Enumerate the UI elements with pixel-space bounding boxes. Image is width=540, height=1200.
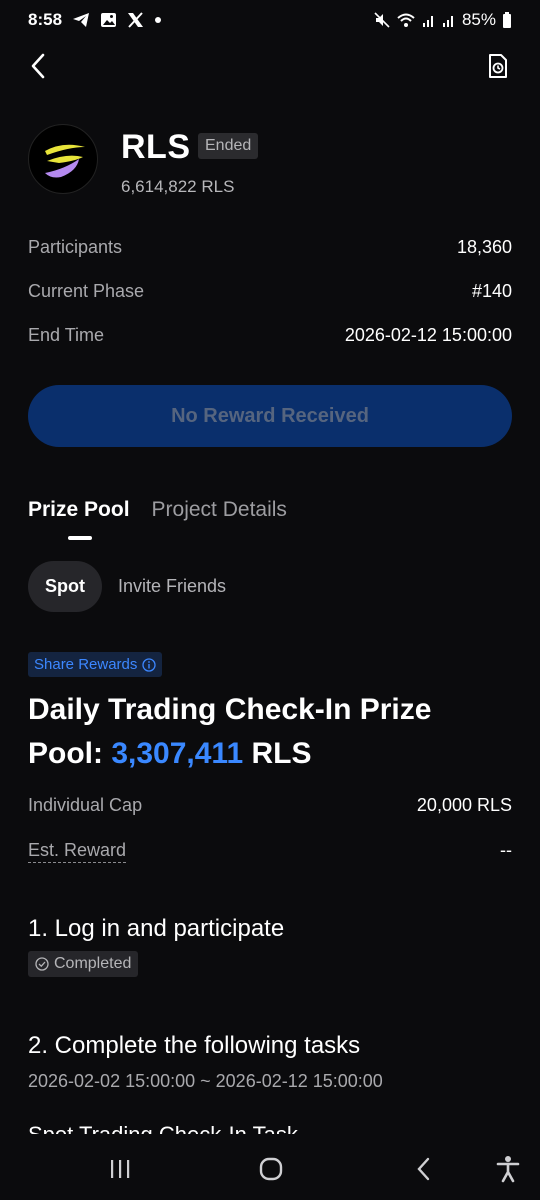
tab-prize-pool-label: Prize Pool [28,498,130,521]
share-rewards-badge[interactable]: Share Rewards [28,652,163,677]
prize-pool-title: Daily Trading Check-In Prize Pool: 3,307… [28,688,518,776]
current-phase-value: #140 [471,281,512,301]
mute-icon [374,12,390,28]
end-time-label: End Time [28,325,105,345]
completed-label: Completed [54,955,132,972]
back-arrow-icon [417,1157,430,1181]
task-step-3-title: Spot Trading Check-In Task [28,1122,298,1134]
home-button[interactable] [253,1152,289,1186]
subtab-spot[interactable]: Spot [28,561,102,612]
document-clock-icon [489,54,507,78]
recents-button[interactable] [102,1152,138,1186]
individual-cap-row: Individual Cap 20,000 RLS [28,795,512,816]
history-button[interactable] [482,50,514,82]
individual-cap-value: 20,000 RLS [416,795,512,815]
participants-label: Participants [28,237,123,257]
est-reward-row: Est. Reward -- [28,840,512,863]
tab-active-indicator [68,536,92,540]
accessibility-button[interactable] [490,1152,526,1186]
token-header: RLS Ended 6,614,822 RLS [28,124,518,196]
rls-logo-icon [45,144,85,178]
tabs: Prize Pool Project Details [28,498,287,540]
top-nav [0,44,540,88]
check-circle-icon [35,957,49,971]
share-rewards-label: Share Rewards [34,656,138,673]
end-time-value: 2026-02-12 15:00:00 [344,325,512,345]
tab-prize-pool[interactable]: Prize Pool [28,498,130,540]
status-right: 85% [374,10,512,30]
chevron-left-icon [31,53,45,79]
info-row-current-phase: Current Phase #140 [28,281,512,302]
dot-icon [154,16,162,24]
tab-project-details-label: Project Details [151,498,287,521]
accessibility-icon [496,1156,520,1183]
token-logo [28,124,98,194]
prize-pool-amount: 3,307,411 [111,737,244,770]
est-reward-label[interactable]: Est. Reward [28,840,127,863]
system-back-button[interactable] [406,1152,442,1186]
signal-icon [442,13,456,27]
info-row-participants: Participants 18,360 [28,237,512,258]
gallery-icon [100,12,117,28]
task-step-2-title: 2. Complete the following tasks [28,1032,361,1059]
individual-cap-label: Individual Cap [28,795,143,815]
recents-icon [111,1160,130,1178]
prize-pool-title-line2: Pool: 3,307,411 RLS [28,732,518,776]
telegram-icon [72,12,90,28]
subtab-invite-friends[interactable]: Invite Friends [118,576,226,597]
status-bar: 8:58 85% [0,0,540,40]
status-time: 8:58 [28,10,63,29]
est-reward-value: -- [500,840,512,860]
token-amount: 6,614,822 RLS [121,177,235,196]
token-name: RLS [121,128,191,166]
no-reward-button[interactable]: No Reward Received [28,385,512,447]
info-row-end-time: End Time 2026-02-12 15:00:00 [28,325,512,346]
status-left: 8:58 [28,10,162,30]
battery-icon [502,12,512,28]
wifi-icon [396,12,416,28]
back-button[interactable] [22,50,54,82]
signal-icon [422,13,436,27]
prize-pool-unit: RLS [243,737,312,770]
tab-project-details[interactable]: Project Details [152,498,287,522]
task-date-range: 2026-02-02 15:00:00 ~ 2026-02-12 15:00:0… [28,1071,383,1091]
home-icon [259,1157,283,1181]
info-icon [142,657,157,672]
current-phase-label: Current Phase [28,281,145,301]
system-nav-bar [0,1138,540,1200]
participants-value: 18,360 [456,237,512,257]
x-icon [127,12,144,28]
status-badge: Ended [198,133,259,159]
prize-pool-title-line1: Daily Trading Check-In Prize [28,693,432,726]
battery-percent: 85% [461,10,496,29]
subtabs: Spot Invite Friends [28,561,226,612]
completed-badge: Completed [28,951,139,977]
prize-pool-prefix: Pool: [28,737,112,770]
task-step-1-title: 1. Log in and participate [28,915,285,942]
